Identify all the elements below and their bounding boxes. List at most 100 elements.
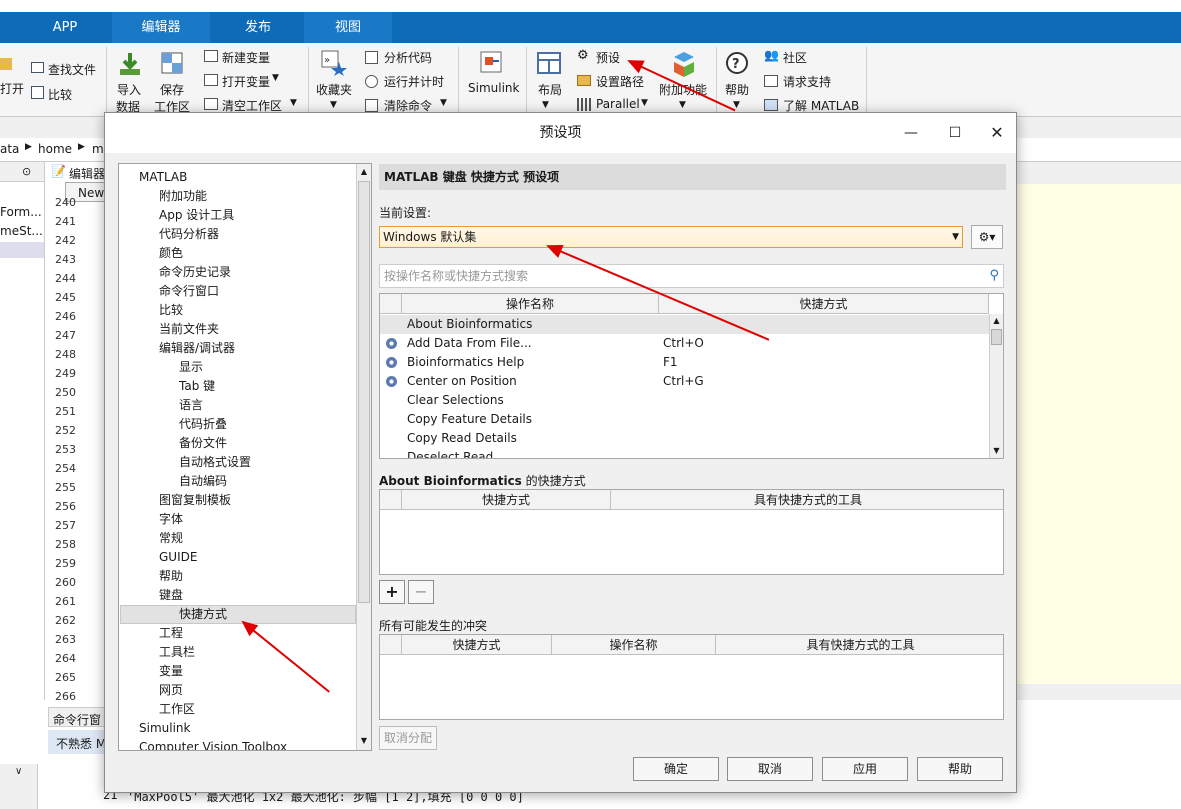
tab-editor[interactable]: 编辑器 [112,12,210,43]
column-header-action[interactable]: 操作名称 [402,294,659,314]
tree-item[interactable]: 语言 [179,396,203,415]
tree-item[interactable]: 图窗复制模板 [159,491,231,510]
help-button[interactable]: 帮助 [917,757,1003,781]
scroll-up-icon[interactable]: ▲ [358,165,370,179]
set-path-button[interactable]: 设置路径 [596,73,644,90]
tab-view[interactable]: 视图 [304,12,392,43]
scroll-down-icon[interactable]: ▼ [358,734,370,748]
scroll-down-icon[interactable]: ▼ [990,444,1003,458]
tree-item[interactable]: GUIDE [159,548,197,567]
table-row[interactable]: Copy Feature Details [407,410,532,429]
tree-item[interactable]: Computer Vision Toolbox [139,738,287,750]
open-variable-button[interactable]: 打开变量 [222,73,270,90]
tree-item[interactable]: 常规 [159,529,183,548]
actions-table[interactable]: 操作名称 快捷方式 About Bioinformatics Add Data F… [379,293,1004,459]
table-row[interactable]: Add Data From File... [407,334,532,353]
preferences-button[interactable]: 预设 [596,49,620,66]
close-icon[interactable]: ✕ [977,113,1017,153]
shortcut-cell[interactable]: F1 [663,353,678,372]
breadcrumb-part[interactable]: m [92,142,104,156]
maximize-icon[interactable]: ☐ [935,113,975,153]
tree-item[interactable]: 颜色 [159,244,183,263]
layout-button[interactable]: 布局 [538,81,562,98]
preferences-tree[interactable]: MATLAB 附加功能 App 设计工具 代码分析器 颜色 命令历史记录 命令行窗口 比较 当前… [118,163,372,751]
shortcut-cell[interactable]: Ctrl+O [663,334,704,353]
unassign-button[interactable]: 取消分配 [379,726,437,750]
tree-scrollbar[interactable]: ▲ ▼ [356,164,371,750]
tree-item[interactable]: 编辑器/调试器 [159,339,235,358]
tree-item[interactable]: 快捷方式 [179,605,227,624]
tree-item[interactable]: 附加功能 [159,187,207,206]
table-row[interactable]: Center on Position [407,372,517,391]
editor-area[interactable] [1017,184,1181,684]
table-scrollbar[interactable]: ▲ ▼ [989,314,1003,458]
column-header-action[interactable]: 操作名称 [552,635,716,655]
scroll-thumb[interactable] [358,181,370,603]
tree-item[interactable]: 当前文件夹 [159,320,219,339]
tree-item[interactable]: 帮助 [159,567,183,586]
import-data-label-1[interactable]: 导入 [117,81,141,98]
settings-gear-button[interactable]: ⚙▾ [971,225,1003,249]
column-header-shortcut[interactable]: 快捷方式 [659,294,989,314]
tree-item[interactable]: 自动编码 [179,472,227,491]
tree-item[interactable]: 自动格式设置 [179,453,251,472]
compare-button[interactable]: 比较 [48,86,72,103]
analyze-code-button[interactable]: 分析代码 [384,49,432,66]
cancel-button[interactable]: 取消 [727,757,813,781]
tree-item[interactable]: Tab 键 [179,377,215,396]
tab-app[interactable]: APP [20,12,110,43]
new-variable-button[interactable]: 新建变量 [222,49,270,66]
breadcrumb-part[interactable]: ata [0,142,19,156]
community-link[interactable]: 社区 [783,49,807,66]
tree-item[interactable]: 键盘 [159,586,183,605]
tree-item[interactable]: 代码分析器 [159,225,219,244]
remove-shortcut-button[interactable]: − [408,580,434,604]
simulink-button[interactable]: Simulink [468,81,519,95]
tree-item[interactable]: 网页 [159,681,183,700]
current-setting-select[interactable]: Windows 默认集 ▼ [379,226,963,248]
tree-item[interactable]: 命令历史记录 [159,263,231,282]
request-support-link[interactable]: 请求支持 [783,73,831,90]
tree-item[interactable]: 字体 [159,510,183,529]
tab-publish[interactable]: 发布 [214,12,302,43]
tree-item[interactable]: 工作区 [159,700,195,719]
tree-item[interactable]: 工具栏 [159,643,195,662]
table-row[interactable]: About Bioinformatics [407,315,532,334]
tree-item[interactable]: 工程 [159,624,183,643]
minimize-icon[interactable]: — [891,113,931,153]
tree-item[interactable]: 变量 [159,662,183,681]
tree-item[interactable]: 备份文件 [179,434,227,453]
column-header-tool[interactable]: 具有快捷方式的工具 [716,635,1003,655]
tree-item[interactable]: MATLAB [139,168,187,187]
tree-item[interactable]: 比较 [159,301,183,320]
scroll-thumb[interactable] [991,329,1002,345]
tree-item[interactable]: 命令行窗口 [159,282,219,301]
add-shortcut-button[interactable]: + [379,580,405,604]
parallel-button[interactable]: Parallel [596,97,640,111]
column-header-tool[interactable]: 具有快捷方式的工具 [611,490,1003,510]
breadcrumb-part[interactable]: home [38,142,72,156]
table-row[interactable]: Clear Selections [407,391,504,410]
scroll-up-icon[interactable]: ▲ [990,314,1003,328]
find-files-button[interactable]: 查找文件 [48,61,96,78]
column-header-shortcut[interactable]: 快捷方式 [402,490,611,510]
table-row[interactable]: Copy Read Details [407,429,517,448]
shortcuts-table[interactable]: 快捷方式 具有快捷方式的工具 [379,489,1004,575]
conflicts-table[interactable]: 快捷方式 操作名称 具有快捷方式的工具 [379,634,1004,720]
open-button[interactable]: 打开 [0,80,24,97]
tree-item[interactable]: 显示 [179,358,203,377]
help-button[interactable]: 帮助 [725,81,749,98]
apply-button[interactable]: 应用 [822,757,908,781]
favorites-button[interactable]: 收藏夹 [316,81,352,98]
shortcut-search-input[interactable]: 按操作名称或快捷方式搜索 ⚲ [379,264,1004,288]
shortcut-cell[interactable]: Ctrl+G [663,372,704,391]
table-row[interactable]: Deselect Read [407,448,493,458]
tree-item[interactable]: App 设计工具 [159,206,234,225]
column-header-shortcut[interactable]: 快捷方式 [402,635,552,655]
table-row[interactable]: Bioinformatics Help [407,353,524,372]
run-and-time-button[interactable]: 运行并计时 [384,73,444,90]
ok-button[interactable]: 确定 [633,757,719,781]
tree-item[interactable]: 代码折叠 [179,415,227,434]
tree-item[interactable]: Simulink [139,719,190,738]
save-workspace-label-1[interactable]: 保存 [160,81,184,98]
